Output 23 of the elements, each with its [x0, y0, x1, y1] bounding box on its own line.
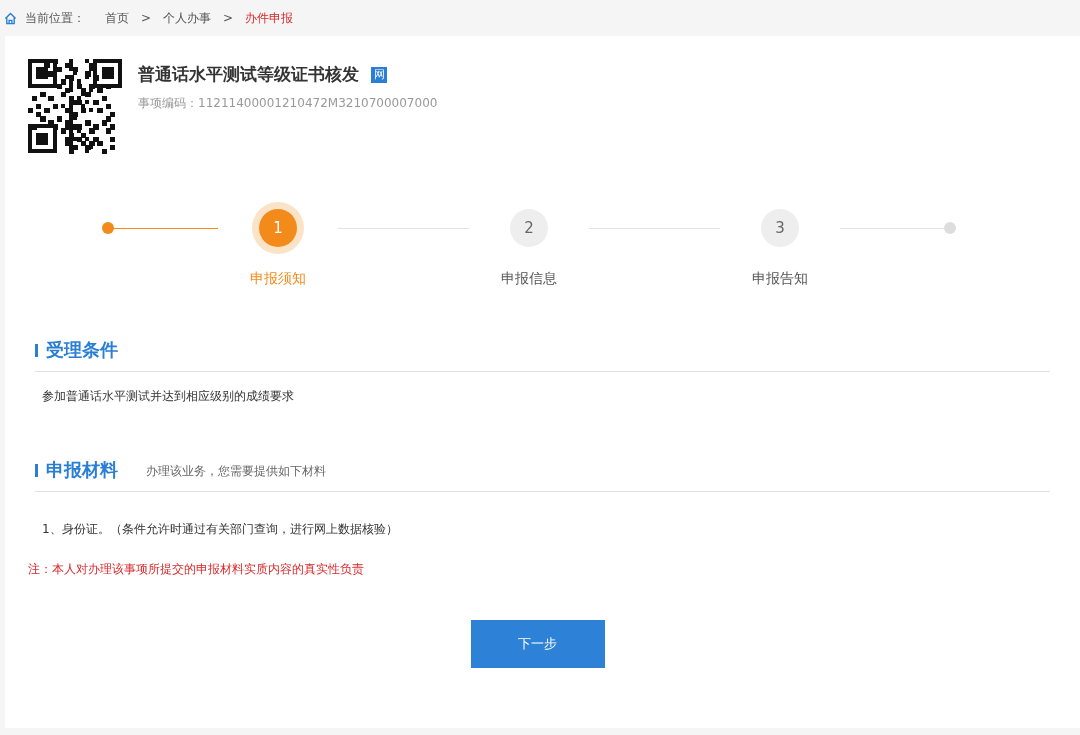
next-button[interactable]: 下一步 [470, 620, 605, 668]
step-label: 申报信息 [501, 269, 557, 288]
breadcrumb-link[interactable]: 办件申报 [245, 9, 294, 27]
condition-text: 参加普通话水平测试并达到相应级别的成绩要求 [42, 388, 295, 405]
breadcrumb-link[interactable]: 首页 [105, 9, 129, 27]
breadcrumb-separator: > [141, 10, 152, 27]
breadcrumb-label: 当前位置： [25, 10, 85, 27]
section-heading: 受理条件 [46, 338, 118, 362]
home-icon [4, 11, 17, 25]
material-item: 1、身份证。（条件允许时通过有关部门查询，进行网上数据核验） [42, 521, 399, 538]
breadcrumb-separator: > [223, 10, 234, 27]
heading-marker [35, 463, 38, 477]
breadcrumb-link[interactable]: 个人办事 [163, 9, 212, 27]
step-label: 申报告知 [752, 269, 808, 288]
step-label: 申报须知 [250, 269, 306, 288]
heading-marker [35, 343, 38, 357]
qr-code-icon [28, 58, 122, 154]
service-code: 事项编码：11211400001210472M3210700007000 [138, 94, 438, 112]
online-badge: 网 [371, 66, 387, 83]
service-title: 普通话水平测试等级证书核发 [138, 63, 359, 86]
section-heading: 申报材料 [46, 458, 118, 482]
section-hint: 办理该业务，您需要提供如下材料 [146, 463, 326, 480]
disclaimer-note: 注：本人对办理该事项所提交的申报材料实质内容的真实性负责 [28, 561, 365, 578]
